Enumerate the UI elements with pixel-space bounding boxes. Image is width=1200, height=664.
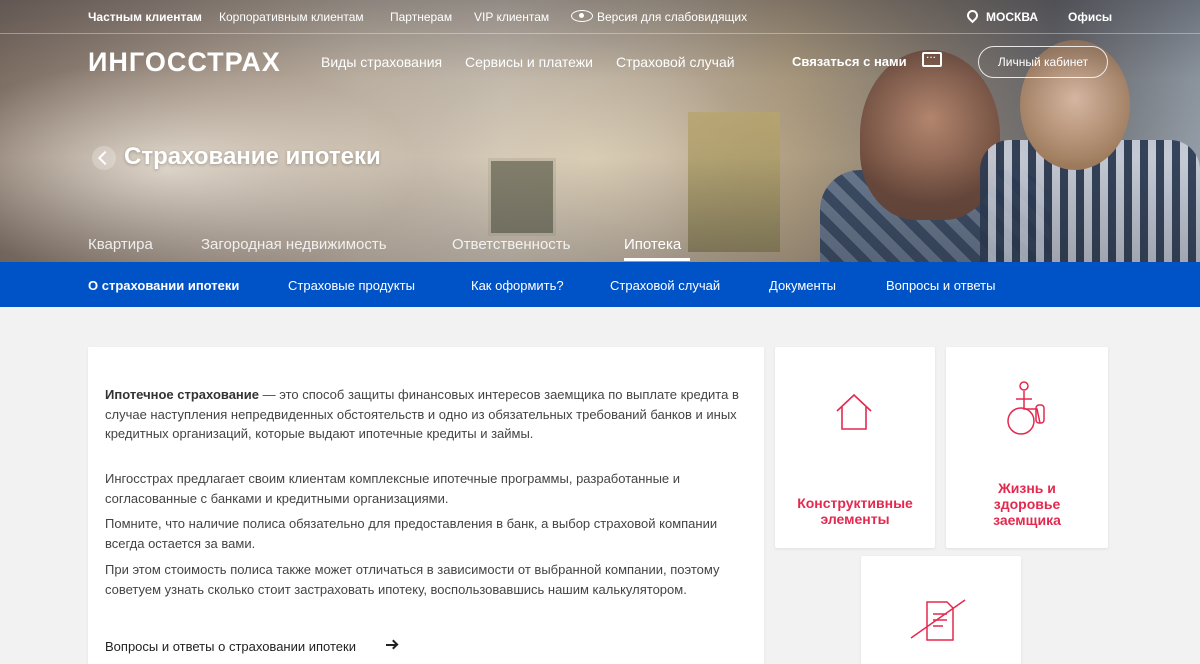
subnav-faq[interactable]: Вопросы и ответы: [886, 278, 995, 293]
intro-term: Ипотечное страхование: [105, 387, 260, 402]
tab-country-property[interactable]: Загородная недвижимость: [201, 236, 387, 253]
wheelchair-icon: [1007, 381, 1045, 435]
active-tab-underline: [624, 258, 690, 261]
logo[interactable]: ИНГОССТРАХ: [88, 47, 281, 78]
back-arrow-icon[interactable]: [92, 146, 116, 170]
topbar-corporate-clients[interactable]: Корпоративным клиентам: [219, 10, 364, 24]
contact-us-link[interactable]: Связаться с нами: [792, 54, 907, 69]
chat-icon[interactable]: [922, 47, 942, 67]
tile-life-health[interactable]: Жизнь и здоровье заемщика: [946, 347, 1108, 548]
tab-apartment[interactable]: Квартира: [88, 236, 153, 253]
nav-services-payments[interactable]: Сервисы и платежи: [465, 54, 593, 70]
location-pin-icon[interactable]: [964, 7, 981, 24]
paragraph-programs: Ингосстрах предлагает своим клиентам ком…: [105, 471, 681, 506]
tile-label-line: Конструктивные: [797, 495, 913, 511]
eye-icon[interactable]: [571, 10, 593, 22]
topbar-vip-clients[interactable]: VIP клиентам: [474, 10, 549, 24]
tile-label-line: здоровье: [993, 496, 1061, 512]
personal-cabinet-button[interactable]: Личный кабинет: [978, 46, 1108, 78]
paragraph-intro: Ипотечное страхование — это способ защит…: [105, 385, 745, 444]
hero-banner: [0, 0, 1200, 262]
topbar-private-clients[interactable]: Частным клиентам: [88, 10, 202, 24]
tab-liability[interactable]: Ответственность: [452, 236, 571, 253]
subnav-insurance-case[interactable]: Страховой случай: [610, 278, 720, 293]
tile-title-documents[interactable]: [861, 556, 1021, 664]
topbar-partners[interactable]: Партнерам: [390, 10, 452, 24]
accessibility-version-link[interactable]: Версия для слабовидящих: [597, 10, 747, 24]
page-title: Страхование ипотеки: [124, 143, 381, 170]
document-crossed-icon: [910, 599, 966, 641]
tab-mortgage[interactable]: Ипотека: [624, 236, 681, 253]
arrow-right-icon[interactable]: [386, 644, 396, 646]
offices-link[interactable]: Офисы: [1068, 10, 1112, 24]
subnav-products[interactable]: Страховые продукты: [288, 278, 415, 293]
city-selector[interactable]: МОСКВА: [986, 10, 1038, 24]
info-card: Ипотечное страхование — это способ защит…: [88, 347, 764, 664]
nav-insurance-types[interactable]: Виды страхования: [321, 54, 442, 70]
tile-structural-elements[interactable]: Конструктивные элементы: [775, 347, 935, 548]
house-icon: [836, 393, 872, 430]
paragraph-policy: Помните, что наличие полиса обязательно …: [105, 516, 718, 551]
faq-link[interactable]: Вопросы и ответы о страховании ипотеки: [105, 639, 356, 654]
subnav-documents[interactable]: Документы: [769, 278, 836, 293]
tile-label-line: заемщика: [993, 512, 1061, 528]
subnav-how-to-apply[interactable]: Как оформить?: [471, 278, 564, 293]
subnav-about[interactable]: О страховании ипотеки: [88, 278, 239, 293]
tile-label-line: элементы: [820, 511, 890, 527]
nav-insurance-case[interactable]: Страховой случай: [616, 54, 735, 70]
tile-label-line: Жизнь и: [998, 480, 1056, 496]
hero-overlay: [0, 0, 1200, 262]
paragraph-cost: При этом стоимость полиса также может от…: [105, 562, 720, 597]
section-subnav: О страховании ипотеки Страховые продукты…: [0, 262, 1200, 307]
top-bar: Частным клиентам Корпоративным клиентам …: [0, 0, 1200, 34]
